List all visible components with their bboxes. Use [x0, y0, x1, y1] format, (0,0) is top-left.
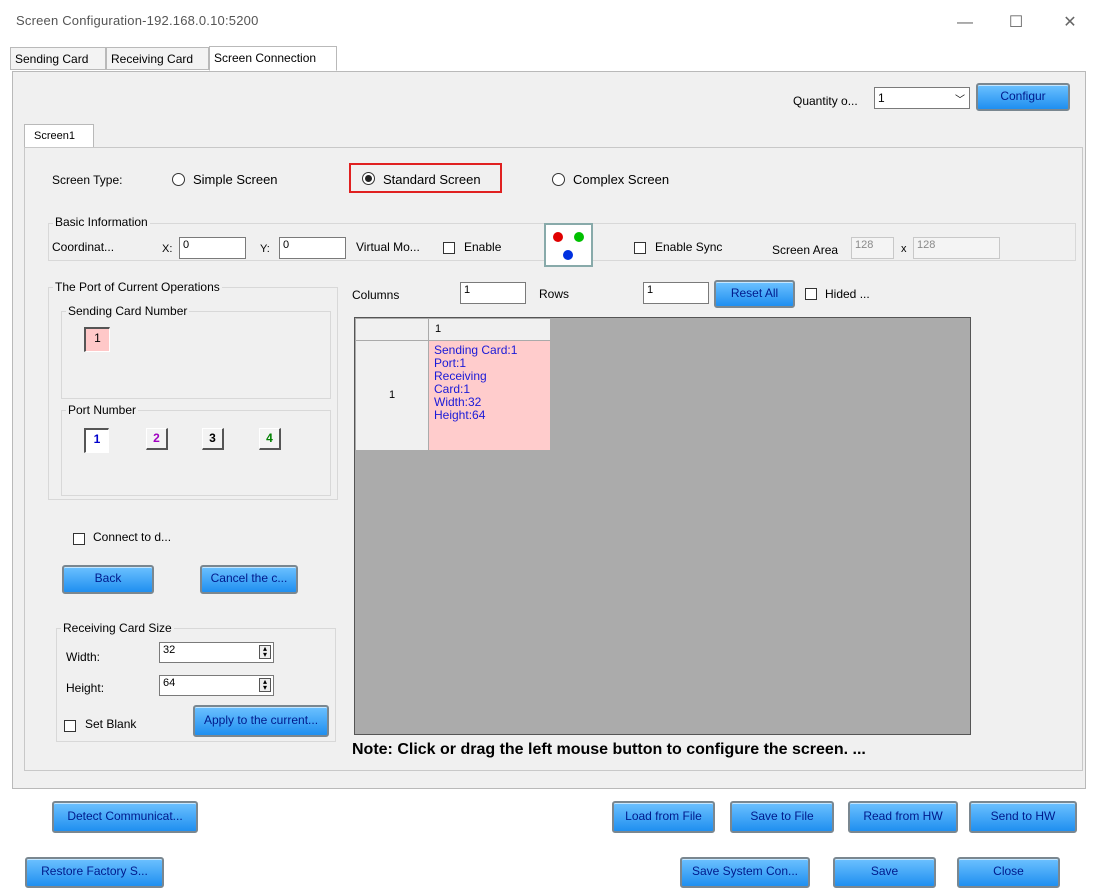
rcv-width-input[interactable]: 32 ▴ ▾	[159, 642, 274, 663]
cancel-button[interactable]: Cancel the c...	[200, 565, 298, 594]
sending-card-title: Sending Card Number	[66, 304, 190, 318]
grid-cell-1-1[interactable]: Sending Card:1 Port:1 Receiving Card:1 W…	[429, 341, 550, 450]
title-bar: Screen Configuration-192.168.0.10:5200 —…	[0, 0, 1093, 46]
screen-type-label: Screen Type:	[52, 173, 123, 187]
rcv-height-input[interactable]: 64 ▴ ▾	[159, 675, 274, 696]
grid-column-header[interactable]: 1	[429, 319, 550, 341]
rcv-height-label: Height:	[66, 681, 105, 695]
configure-button[interactable]: Configur	[976, 83, 1070, 111]
grid-row-header[interactable]: 1	[356, 341, 429, 450]
set-blank-label: Set Blank	[85, 717, 137, 731]
port-1-button[interactable]: 1	[84, 428, 109, 453]
quantity-select[interactable]: 1 ﹀	[874, 87, 970, 109]
port-number-title: Port Number	[66, 403, 139, 417]
set-blank-checkbox[interactable]	[64, 720, 76, 732]
rows-input[interactable]: 1	[643, 282, 709, 304]
port-number-group: Port Number	[61, 403, 331, 496]
quantity-label: Quantity o...	[793, 94, 858, 108]
sending-card-group: Sending Card Number	[61, 304, 331, 399]
port-4-button[interactable]: 4	[259, 428, 281, 450]
columns-input[interactable]: 1	[460, 282, 526, 304]
reset-all-button[interactable]: Reset All	[714, 280, 795, 308]
maximize-button[interactable]: ☐	[1001, 10, 1031, 36]
basic-info-title: Basic Information	[53, 215, 150, 229]
y-coordinate-input[interactable]: 0	[279, 237, 346, 259]
coordinate-label: Coordinat...	[52, 240, 115, 254]
simple-screen-label: Simple Screen	[193, 172, 278, 187]
minimize-button[interactable]: —	[950, 10, 980, 36]
connect-checkbox[interactable]	[73, 533, 85, 545]
rows-label: Rows	[539, 287, 570, 301]
radio-standard-screen[interactable]	[362, 172, 375, 185]
rcv-width-label: Width:	[66, 650, 101, 664]
enable-label: Enable	[464, 240, 502, 254]
close-window-button[interactable]: ✕	[1055, 10, 1085, 36]
x-label: X:	[162, 243, 173, 255]
tab-screen-connection[interactable]: Screen Connection	[209, 46, 337, 71]
save-button[interactable]: Save	[833, 857, 936, 888]
rcv-height-value: 64	[163, 677, 176, 689]
hided-checkbox[interactable]	[805, 288, 817, 300]
standard-screen-label: Standard Screen	[383, 172, 481, 187]
save-to-file-button[interactable]: Save to File	[730, 801, 834, 833]
tab-sending-card[interactable]: Sending Card	[10, 47, 106, 70]
quantity-value: 1	[878, 91, 885, 105]
save-system-config-button[interactable]: Save System Con...	[680, 857, 810, 888]
hided-label: Hided ...	[825, 287, 870, 301]
enable-sync-label: Enable Sync	[655, 240, 723, 254]
window-title: Screen Configuration-192.168.0.10:5200	[16, 13, 259, 28]
x-coordinate-input[interactable]: 0	[179, 237, 246, 259]
radio-simple-screen[interactable]	[172, 173, 185, 186]
send-to-hw-button[interactable]: Send to HW	[969, 801, 1077, 833]
close-button[interactable]: Close	[957, 857, 1060, 888]
screen-area-width: 128	[851, 237, 894, 259]
chevron-down-icon: ﹀	[955, 95, 965, 106]
radio-complex-screen[interactable]	[552, 173, 565, 186]
read-from-hw-button[interactable]: Read from HW	[848, 801, 958, 833]
virtual-mode-label: Virtual Mo...	[356, 240, 420, 254]
tab-receiving-card[interactable]: Receiving Card	[106, 47, 209, 70]
enable-checkbox[interactable]	[443, 242, 455, 254]
apply-current-button[interactable]: Apply to the current...	[193, 705, 329, 737]
screen-area-height: 128	[913, 237, 1000, 259]
grid-corner	[356, 319, 429, 341]
tab-screen1[interactable]: Screen1	[24, 124, 94, 148]
back-button[interactable]: Back	[62, 565, 154, 594]
detect-communication-button[interactable]: Detect Communicat...	[52, 801, 198, 833]
restore-factory-button[interactable]: Restore Factory S...	[25, 857, 164, 888]
rcv-width-value: 32	[163, 644, 176, 656]
virtual-pixel-icon[interactable]	[544, 223, 593, 267]
cell-line: Height:64	[434, 408, 486, 422]
rcv-size-title: Receiving Card Size	[61, 621, 174, 635]
port-ops-title: The Port of Current Operations	[53, 280, 222, 294]
rgb-dots-icon	[553, 232, 584, 260]
sending-card-1-button[interactable]: 1	[84, 327, 110, 352]
port-3-button[interactable]: 3	[202, 428, 224, 450]
load-from-file-button[interactable]: Load from File	[612, 801, 715, 833]
port-2-button[interactable]: 2	[146, 428, 168, 450]
complex-screen-label: Complex Screen	[573, 172, 670, 187]
connect-label: Connect to d...	[93, 530, 172, 544]
enable-sync-checkbox[interactable]	[634, 242, 646, 254]
columns-label: Columns	[352, 288, 400, 302]
configure-note: Note: Click or drag the left mouse butto…	[352, 741, 866, 758]
width-spinner-icon[interactable]: ▴ ▾	[259, 645, 271, 659]
screen-area-label: Screen Area	[772, 243, 839, 257]
screen-area-x: x	[901, 243, 907, 255]
y-label: Y:	[260, 243, 270, 255]
height-spinner-icon[interactable]: ▴ ▾	[259, 678, 271, 692]
